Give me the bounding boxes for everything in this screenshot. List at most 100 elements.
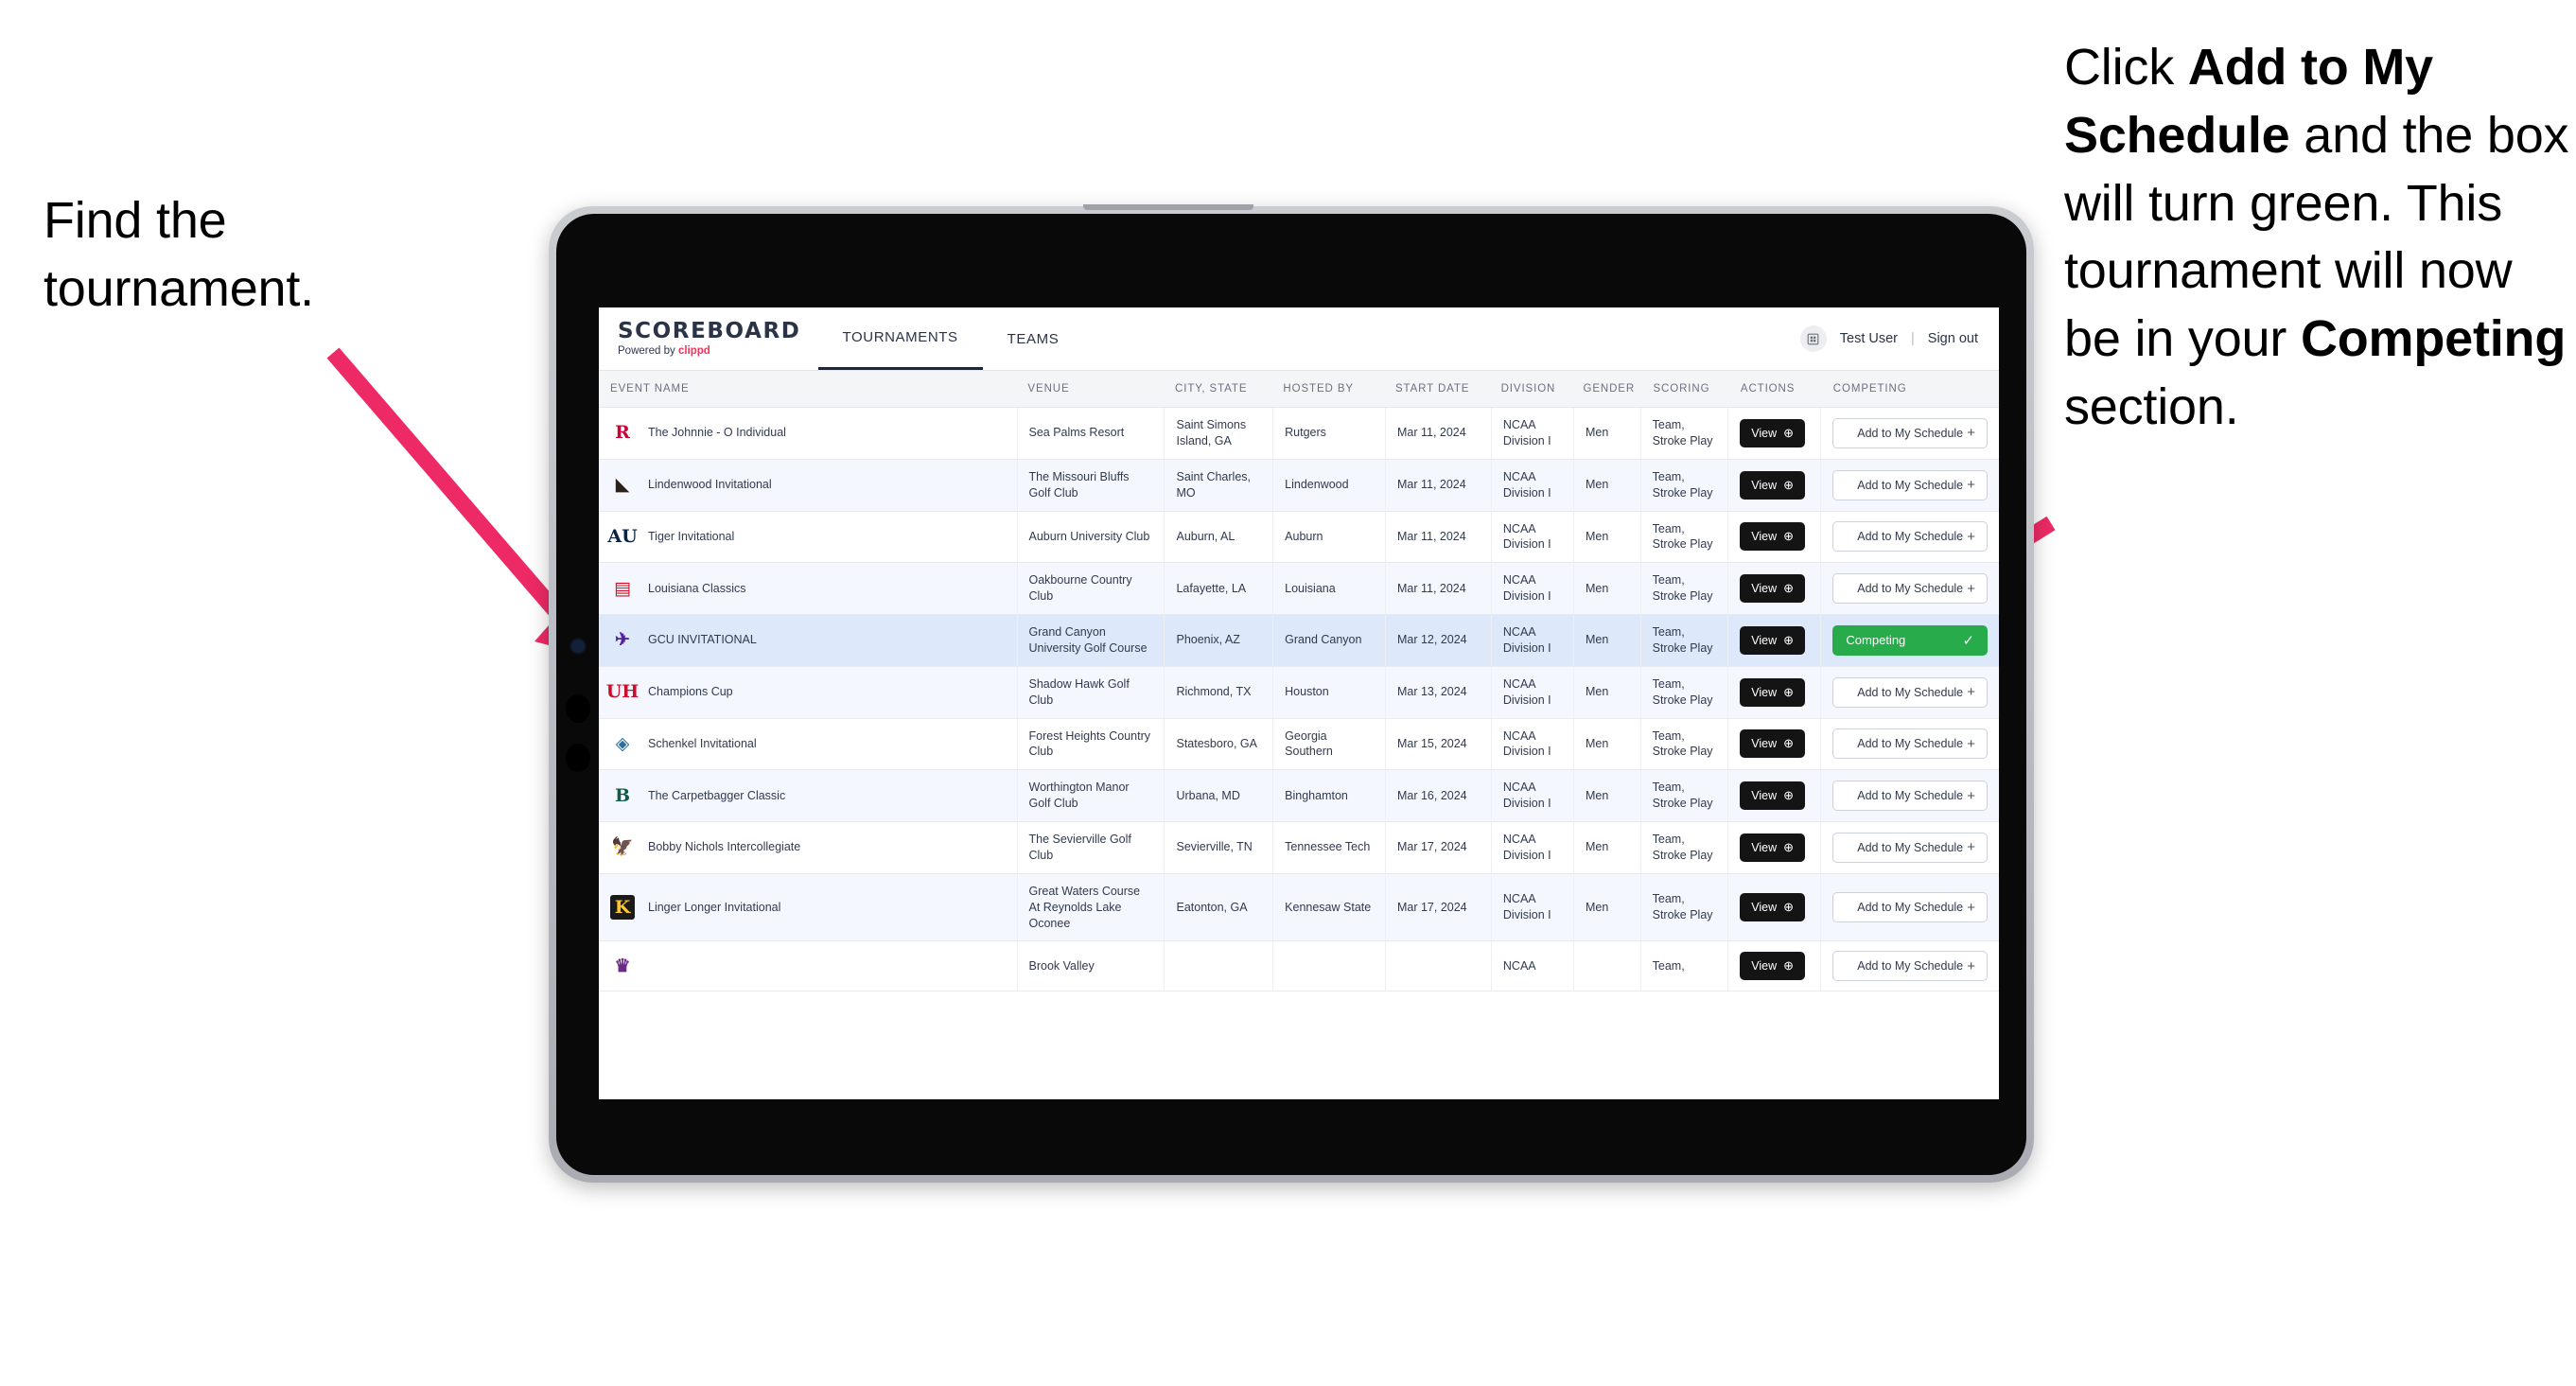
cell-city-state: Phoenix, AZ <box>1165 615 1274 666</box>
cell-event-name: ✈ GCU INVITATIONAL <box>599 615 1018 666</box>
add-to-my-schedule-button[interactable]: Add to My Schedule + <box>1832 521 1989 553</box>
table-row[interactable]: ◈ Schenkel Invitational Forest Heights Cou… <box>599 718 1999 771</box>
table-row[interactable]: K Linger Longer Invitational Great Waters … <box>599 873 1999 942</box>
cell-competing: Add to My Schedule + <box>1821 770 1999 821</box>
cell-actions: View ⊕ <box>1728 563 1822 614</box>
cell-start-date: Mar 16, 2024 <box>1386 770 1492 821</box>
table-row[interactable]: B The Carpetbagger Classic Worthington Man… <box>599 770 1999 822</box>
tablet-volume-up-button[interactable] <box>566 694 590 723</box>
add-to-my-schedule-label: Add to My Schedule <box>1857 840 1964 854</box>
column-header-hosted-by[interactable]: HOSTED BY <box>1271 383 1384 395</box>
view-button-label: View <box>1751 840 1778 854</box>
add-to-my-schedule-button[interactable]: Add to My Schedule + <box>1832 676 1989 708</box>
plus-icon: + <box>1967 787 1976 804</box>
cell-competing: Add to My Schedule + <box>1821 822 1999 873</box>
view-button[interactable]: View ⊕ <box>1740 781 1806 811</box>
view-button[interactable]: View ⊕ <box>1740 522 1806 552</box>
table-row[interactable]: R The Johnnie - O Individual Sea Palms Res… <box>599 408 1999 460</box>
plus-icon: + <box>1967 684 1976 701</box>
column-header-division[interactable]: DIVISION <box>1490 383 1572 395</box>
column-header-gender[interactable]: GENDER <box>1571 383 1641 395</box>
add-to-my-schedule-button[interactable]: Add to My Schedule + <box>1832 892 1989 923</box>
arrow-right-circle-icon: ⊕ <box>1783 581 1795 596</box>
view-button[interactable]: View ⊕ <box>1740 833 1806 862</box>
brand-title: SCOREBOARD <box>618 318 801 343</box>
add-to-my-schedule-button[interactable]: Add to My Schedule + <box>1832 728 1989 760</box>
cell-start-date: Mar 13, 2024 <box>1386 666 1492 718</box>
add-to-my-schedule-button[interactable]: Add to My Schedule + <box>1832 469 1989 500</box>
cell-gender: Men <box>1574 770 1641 821</box>
view-button[interactable]: View ⊕ <box>1740 729 1806 759</box>
cell-scoring: Team, Stroke Play <box>1641 718 1729 770</box>
column-header-event-name[interactable]: EVENT NAME <box>599 383 1016 395</box>
event-name-label: The Johnnie - O Individual <box>648 426 786 440</box>
user-name[interactable]: Test User <box>1840 331 1898 346</box>
sign-out-link[interactable]: Sign out <box>1928 331 1978 346</box>
plus-icon: + <box>1967 735 1976 752</box>
cell-event-name: B The Carpetbagger Classic <box>599 770 1018 821</box>
table-row[interactable]: UH Champions Cup Shadow Hawk Golf Club Rich… <box>599 666 1999 719</box>
cell-event-name: R The Johnnie - O Individual <box>599 408 1018 459</box>
cell-city-state: Richmond, TX <box>1165 666 1274 718</box>
view-button[interactable]: View ⊕ <box>1740 625 1806 655</box>
cell-start-date <box>1386 941 1492 991</box>
arrow-right-circle-icon: ⊕ <box>1783 477 1795 492</box>
cell-gender: Men <box>1574 873 1641 941</box>
table-row[interactable]: 🦅 Bobby Nichols Intercollegiate The Sevier… <box>599 822 1999 874</box>
add-to-my-schedule-button[interactable]: Add to My Schedule + <box>1832 832 1989 863</box>
view-button-label: View <box>1751 582 1778 596</box>
column-header-venue[interactable]: VENUE <box>1016 383 1164 395</box>
callout-add-to-my-schedule: Click Add to My Schedule and the box wil… <box>2064 34 2575 442</box>
cell-scoring: Team, Stroke Play <box>1641 873 1729 941</box>
column-header-start-date[interactable]: START DATE <box>1384 383 1490 395</box>
plus-icon: + <box>1967 839 1976 856</box>
cell-hosted-by: Louisiana <box>1273 563 1386 614</box>
add-to-my-schedule-button[interactable]: Add to My Schedule + <box>1832 417 1989 448</box>
tab-tournaments[interactable]: TOURNAMENTS <box>817 307 983 370</box>
arrow-right-circle-icon: ⊕ <box>1783 900 1795 915</box>
cell-actions: View ⊕ <box>1728 822 1822 873</box>
cell-competing: Competing ✓ <box>1821 615 1999 666</box>
event-name-label: Linger Longer Invitational <box>648 900 781 914</box>
event-name-label: Bobby Nichols Intercollegiate <box>648 840 801 854</box>
cell-gender: Men <box>1574 615 1641 666</box>
arrow-right-circle-icon: ⊕ <box>1783 425 1795 440</box>
cell-actions: View ⊕ <box>1728 873 1822 941</box>
event-name-label: GCU INVITATIONAL <box>648 633 757 647</box>
arrow-right-circle-icon: ⊕ <box>1783 839 1795 854</box>
view-button[interactable]: View ⊕ <box>1740 574 1806 604</box>
callout-right-segment-0: Click <box>2064 39 2188 96</box>
table-row[interactable]: ▤ Louisiana Classics Oakbourne Country Clu… <box>599 563 1999 615</box>
cell-actions: View ⊕ <box>1728 459 1822 511</box>
column-header-scoring[interactable]: SCORING <box>1641 383 1728 395</box>
cell-hosted-by <box>1273 941 1386 991</box>
table-row[interactable]: ✈ GCU INVITATIONAL Grand Canyon University… <box>599 615 1999 667</box>
cell-city-state: Statesboro, GA <box>1165 718 1274 770</box>
table-row[interactable]: ◣ Lindenwood Invitational The Missouri Blu… <box>599 459 1999 512</box>
column-header-city-state[interactable]: CITY, STATE <box>1164 383 1271 395</box>
tournaments-table: EVENT NAME VENUE CITY, STATE HOSTED BY S… <box>599 371 1999 992</box>
event-name-label: Lindenwood Invitational <box>648 478 772 492</box>
header-separator: | <box>1911 331 1915 346</box>
view-button[interactable]: View ⊕ <box>1740 893 1806 922</box>
add-to-my-schedule-button[interactable]: Add to My Schedule + <box>1832 573 1989 605</box>
view-button[interactable]: View ⊕ <box>1740 952 1806 981</box>
cell-competing: Add to My Schedule + <box>1821 460 1999 511</box>
brand-logo[interactable]: SCOREBOARD Powered by clippd <box>599 307 818 370</box>
view-button[interactable]: View ⊕ <box>1740 418 1806 447</box>
view-button-label: View <box>1751 530 1778 544</box>
cell-competing: Add to My Schedule + <box>1821 719 1999 770</box>
user-avatar-icon[interactable] <box>1799 325 1827 352</box>
view-button[interactable]: View ⊕ <box>1740 470 1806 500</box>
add-to-my-schedule-button[interactable]: Add to My Schedule + <box>1832 781 1989 812</box>
table-row[interactable]: AU Tiger Invitational Auburn University Cl… <box>599 511 1999 564</box>
competing-button[interactable]: Competing ✓ <box>1832 624 1989 656</box>
brand-subtitle: Powered by clippd <box>618 345 801 358</box>
view-button[interactable]: View ⊕ <box>1740 677 1806 707</box>
cell-scoring: Team, Stroke Play <box>1641 770 1729 821</box>
add-to-my-schedule-button[interactable]: Add to My Schedule + <box>1832 951 1989 982</box>
cell-venue: Brook Valley <box>1018 941 1165 991</box>
tablet-volume-down-button[interactable] <box>566 744 590 772</box>
table-row[interactable]: ♛ Brook Valley NCAA Team, View ⊕ Add to My Sch… <box>599 941 1999 992</box>
tab-teams[interactable]: TEAMS <box>983 307 1084 370</box>
